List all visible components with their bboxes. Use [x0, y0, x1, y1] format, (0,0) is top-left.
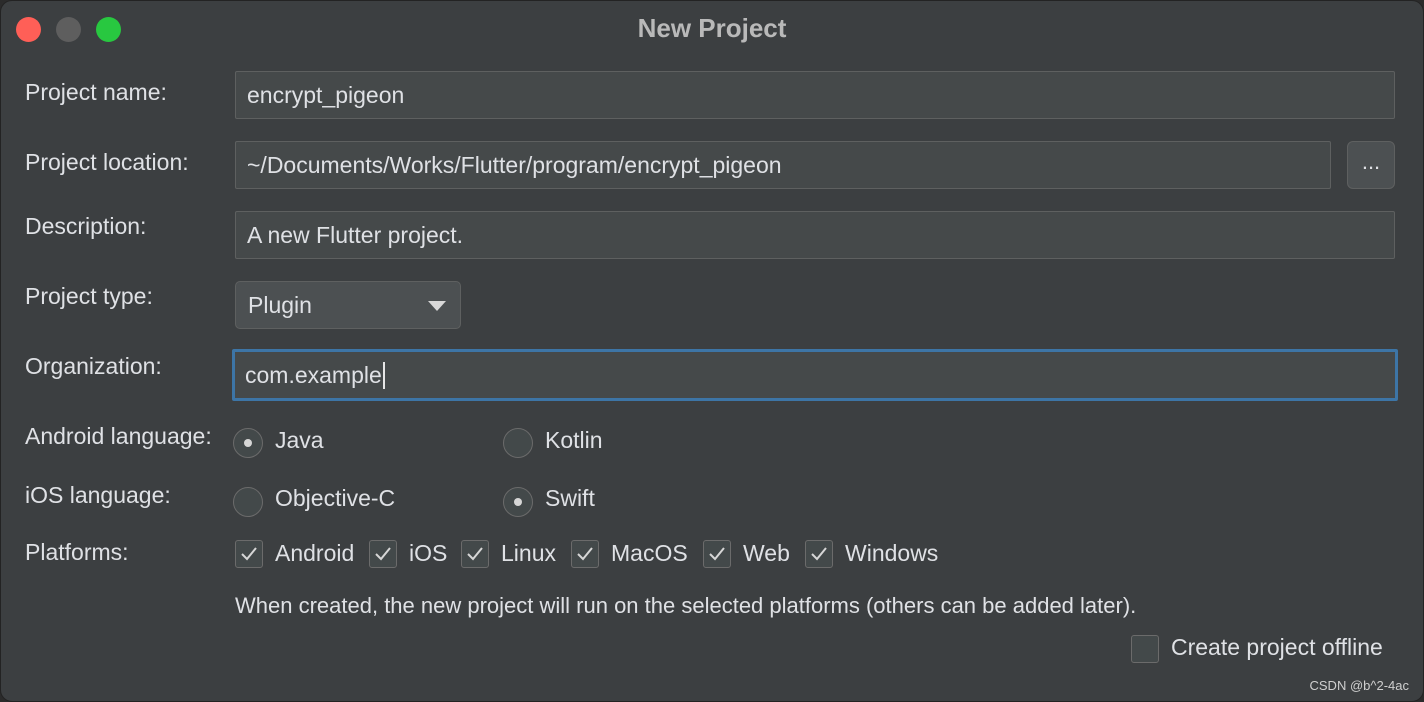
watermark: CSDN @b^2-4ac: [1309, 678, 1410, 693]
platforms-hint: When created, the new project will run o…: [235, 593, 1137, 618]
platform-windows-label: Windows: [845, 540, 939, 566]
project-type-dropdown[interactable]: Plugin: [235, 281, 461, 329]
android-language-label: Android language:: [25, 423, 212, 449]
text-caret: [382, 361, 385, 389]
project-location-value: ~/Documents/Works/Flutter/program/encryp…: [247, 151, 782, 178]
organization-value: com.example: [245, 361, 382, 388]
platform-linux-label: Linux: [501, 540, 556, 566]
platform-android-label: Android: [275, 540, 355, 566]
description-label: Description:: [25, 213, 147, 239]
android-java-radio[interactable]: [233, 428, 263, 458]
project-type-value: Plugin: [248, 291, 312, 318]
window-title: New Project: [637, 13, 787, 43]
platform-web-checkbox[interactable]: [703, 540, 731, 568]
android-kotlin-radio[interactable]: [503, 428, 533, 458]
platform-ios-checkbox[interactable]: [369, 540, 397, 568]
new-project-window: New Project Project name: encrypt_pigeon…: [0, 0, 1424, 702]
ios-swift-radio[interactable]: [503, 487, 533, 517]
platform-web-label: Web: [743, 540, 790, 566]
organization-input[interactable]: com.example: [232, 349, 1398, 401]
checkmark-icon: [577, 547, 593, 561]
ios-objc-radio[interactable]: [233, 487, 263, 517]
ios-swift-label: Swift: [545, 485, 595, 511]
android-java-label: Java: [275, 427, 324, 453]
project-type-label: Project type:: [25, 283, 153, 309]
checkmark-icon: [811, 547, 827, 561]
android-kotlin-label: Kotlin: [545, 427, 603, 453]
platform-android-checkbox[interactable]: [235, 540, 263, 568]
platform-ios-label: iOS: [409, 540, 448, 566]
project-name-value: encrypt_pigeon: [247, 81, 405, 108]
ios-language-label: iOS language:: [25, 482, 171, 508]
platform-linux-checkbox[interactable]: [461, 540, 489, 568]
title-bar: New Project: [1, 1, 1423, 57]
project-location-label: Project location:: [25, 149, 189, 175]
description-value: A new Flutter project.: [247, 221, 464, 248]
organization-label: Organization:: [25, 353, 162, 379]
checkmark-icon: [709, 547, 725, 561]
project-name-input[interactable]: encrypt_pigeon: [235, 71, 1395, 119]
checkmark-icon: [241, 547, 257, 561]
chevron-down-icon: [428, 301, 446, 311]
platform-macos-checkbox[interactable]: [571, 540, 599, 568]
create-offline-checkbox[interactable]: [1131, 635, 1159, 663]
platform-windows-checkbox[interactable]: [805, 540, 833, 568]
platform-macos-label: MacOS: [611, 540, 688, 566]
ios-objc-label: Objective-C: [275, 485, 396, 511]
create-offline-label: Create project offline: [1171, 634, 1383, 660]
description-input[interactable]: A new Flutter project.: [235, 211, 1395, 259]
checkmark-icon: [375, 547, 391, 561]
project-name-label: Project name:: [25, 79, 167, 105]
checkmark-icon: [467, 547, 483, 561]
platforms-label: Platforms:: [25, 539, 129, 565]
browse-location-button[interactable]: ...: [1347, 141, 1395, 189]
project-location-input[interactable]: ~/Documents/Works/Flutter/program/encryp…: [235, 141, 1331, 189]
